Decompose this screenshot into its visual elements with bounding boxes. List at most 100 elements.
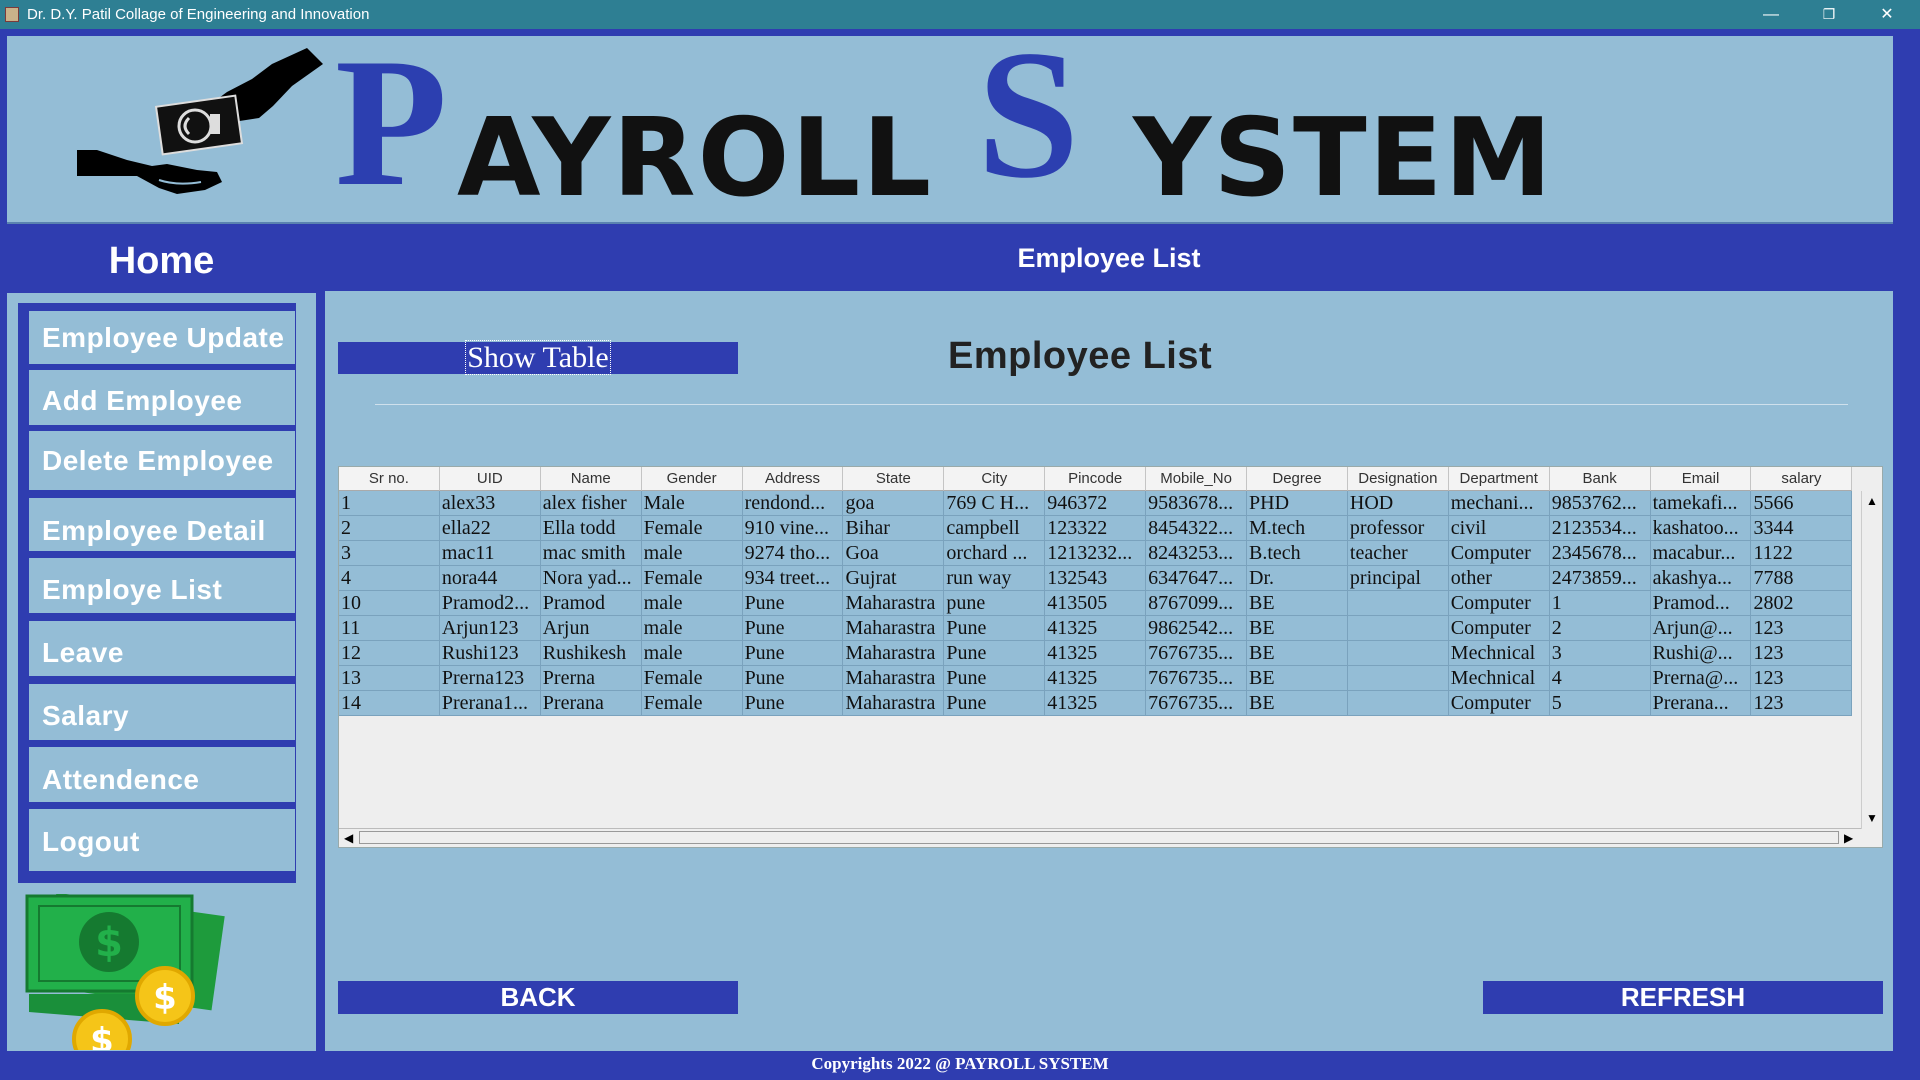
sidebar-item-salary[interactable]: Salary: [29, 684, 295, 740]
table-row[interactable]: 11 Arjun123 Arjun male Pune Maharastra Pune 413…: [339, 616, 1853, 641]
table-cell[interactable]: kashatoo...: [1650, 516, 1752, 541]
table-cell[interactable]: 1122: [1751, 541, 1853, 566]
table-cell[interactable]: 10: [339, 591, 440, 616]
table-cell[interactable]: male: [641, 616, 743, 641]
table-cell[interactable]: 41325: [1045, 641, 1147, 666]
table-cell[interactable]: Bihar: [843, 516, 945, 541]
table-cell[interactable]: 123: [1751, 641, 1853, 666]
column-header[interactable]: Address: [742, 467, 844, 491]
table-cell[interactable]: 123: [1751, 616, 1853, 641]
column-header[interactable]: Gender: [641, 467, 743, 491]
table-cell[interactable]: Computer: [1448, 541, 1550, 566]
table-cell[interactable]: 5: [1549, 691, 1651, 716]
column-header[interactable]: State: [843, 467, 945, 491]
table-cell[interactable]: macabur...: [1650, 541, 1752, 566]
table-cell[interactable]: 8767099...: [1146, 591, 1248, 616]
table-cell[interactable]: 7676735...: [1146, 691, 1248, 716]
table-cell[interactable]: 2123534...: [1549, 516, 1651, 541]
table-row[interactable]: 1 alex33 alex fisher Male rendond... goa 769 C…: [339, 491, 1853, 516]
table-cell[interactable]: 4: [339, 566, 440, 591]
table-cell[interactable]: Rushi123: [439, 641, 541, 666]
table-cell[interactable]: Computer: [1448, 691, 1550, 716]
table-cell[interactable]: pune: [944, 591, 1046, 616]
horizontal-scrollbar[interactable]: ◀ ▶: [339, 828, 1861, 847]
table-cell[interactable]: Arjun@...: [1650, 616, 1752, 641]
table-cell[interactable]: BE: [1247, 691, 1348, 716]
table-cell[interactable]: 1: [339, 491, 440, 516]
table-cell[interactable]: run way: [944, 566, 1046, 591]
table-row[interactable]: 12 Rushi123 Rushikesh male Pune Maharastra Pun…: [339, 641, 1853, 666]
table-cell[interactable]: 7676735...: [1146, 641, 1248, 666]
table-cell[interactable]: Female: [641, 666, 743, 691]
table-cell[interactable]: Computer: [1448, 616, 1550, 641]
table-cell[interactable]: Female: [641, 566, 743, 591]
table-cell[interactable]: 8454322...: [1146, 516, 1248, 541]
table-cell[interactable]: Prerana: [540, 691, 642, 716]
table-cell[interactable]: Mechnical: [1448, 666, 1550, 691]
table-cell[interactable]: akashya...: [1650, 566, 1752, 591]
minimize-icon[interactable]: —: [1742, 0, 1800, 29]
table-cell[interactable]: Gujrat: [843, 566, 945, 591]
table-cell[interactable]: BE: [1247, 641, 1348, 666]
table-cell[interactable]: campbell: [944, 516, 1046, 541]
refresh-button[interactable]: REFRESH: [1483, 981, 1883, 1014]
table-cell[interactable]: goa: [843, 491, 945, 516]
column-header[interactable]: City: [944, 467, 1046, 491]
table-cell[interactable]: male: [641, 591, 743, 616]
column-header[interactable]: Designation: [1347, 467, 1449, 491]
table-cell[interactable]: mechani...: [1448, 491, 1550, 516]
table-cell[interactable]: mac smith: [540, 541, 642, 566]
table-row[interactable]: 4 nora44 Nora yad... Female 934 treet... Gujr…: [339, 566, 1853, 591]
table-cell[interactable]: 2802: [1751, 591, 1853, 616]
column-header[interactable]: Name: [540, 467, 642, 491]
table-row[interactable]: 13 Prerna123 Prerna Female Pune Maharastra Pun…: [339, 666, 1853, 691]
table-cell[interactable]: Maharastra: [843, 591, 945, 616]
table-cell[interactable]: Pune: [742, 641, 844, 666]
table-cell[interactable]: Rushi@...: [1650, 641, 1752, 666]
table-cell[interactable]: Prerna@...: [1650, 666, 1752, 691]
table-cell[interactable]: teacher: [1347, 541, 1449, 566]
table-cell[interactable]: Prerna123: [439, 666, 541, 691]
table-cell[interactable]: 910 vine...: [742, 516, 844, 541]
employee-table[interactable]: Sr no. UID Name Gender Address State City Pinco…: [338, 466, 1883, 848]
table-cell[interactable]: 14: [339, 691, 440, 716]
table-row[interactable]: 14 Prerana1... Prerana Female Pune Maharastra…: [339, 691, 1853, 716]
table-cell[interactable]: Pune: [944, 691, 1046, 716]
table-cell[interactable]: 12: [339, 641, 440, 666]
table-cell[interactable]: 413505: [1045, 591, 1147, 616]
column-header[interactable]: Degree: [1247, 467, 1348, 491]
sidebar-item-delete-employee[interactable]: Delete Employee: [29, 431, 295, 490]
table-cell[interactable]: 11: [339, 616, 440, 641]
table-cell[interactable]: Pune: [944, 666, 1046, 691]
table-cell[interactable]: 2: [1549, 616, 1651, 641]
table-cell[interactable]: Pune: [944, 641, 1046, 666]
sidebar-item-employee-update[interactable]: Employee Update: [29, 311, 295, 364]
table-cell[interactable]: 769 C H...: [944, 491, 1046, 516]
sidebar-item-logout[interactable]: Logout: [29, 809, 295, 871]
table-cell[interactable]: Arjun123: [439, 616, 541, 641]
column-header[interactable]: Pincode: [1045, 467, 1147, 491]
table-cell[interactable]: alex fisher: [540, 491, 642, 516]
table-cell[interactable]: 7788: [1751, 566, 1853, 591]
table-cell[interactable]: Maharastra: [843, 691, 945, 716]
table-cell[interactable]: BE: [1247, 666, 1348, 691]
column-header[interactable]: Department: [1448, 467, 1550, 491]
close-icon[interactable]: ✕: [1858, 0, 1916, 29]
table-cell[interactable]: 123322: [1045, 516, 1147, 541]
table-cell[interactable]: Goa: [843, 541, 945, 566]
table-cell[interactable]: Ella todd: [540, 516, 642, 541]
table-cell[interactable]: 123: [1751, 691, 1853, 716]
show-table-button[interactable]: Show Table: [338, 340, 738, 375]
table-cell[interactable]: Arjun: [540, 616, 642, 641]
column-header[interactable]: salary: [1751, 467, 1853, 491]
table-cell[interactable]: 3344: [1751, 516, 1853, 541]
table-row[interactable]: 3 mac11 mac smith male 9274 tho... Goa orchard…: [339, 541, 1853, 566]
table-cell[interactable]: nora44: [439, 566, 541, 591]
table-cell[interactable]: 6347647...: [1146, 566, 1248, 591]
table-cell[interactable]: tamekafi...: [1650, 491, 1752, 516]
table-cell[interactable]: alex33: [439, 491, 541, 516]
table-row[interactable]: 10 Pramod2... Pramod male Pune Maharastra pune…: [339, 591, 1853, 616]
table-cell[interactable]: Pune: [944, 616, 1046, 641]
table-cell[interactable]: Nora yad...: [540, 566, 642, 591]
table-cell[interactable]: [1347, 616, 1449, 641]
